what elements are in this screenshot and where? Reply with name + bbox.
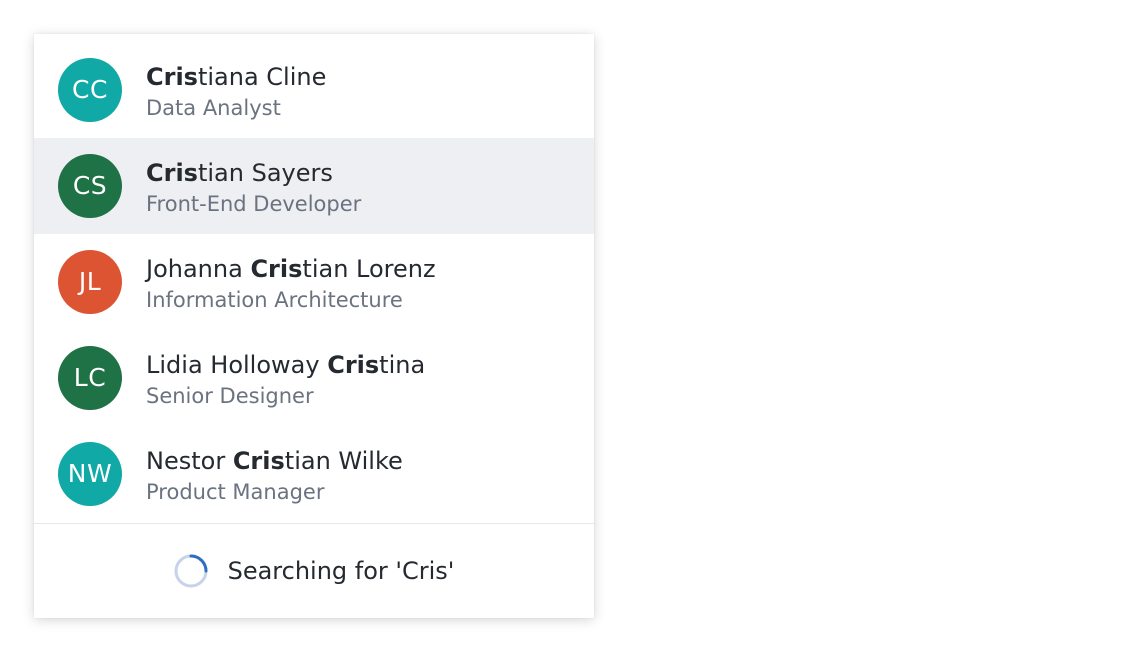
- name-match-highlight: Cris: [232, 447, 285, 475]
- person-role: Front-End Developer: [146, 192, 362, 216]
- person-name: Nestor Cristian Wilke: [146, 444, 578, 478]
- suggestion-item-cristiana-cline[interactable]: CC Cristiana Cline Data Analyst: [34, 42, 594, 138]
- name-after: tian Sayers: [197, 159, 333, 187]
- avatar: NW: [58, 442, 122, 506]
- suggestion-item-nestor-cristian-wilke[interactable]: NW Nestor Cristian Wilke Product Manager: [34, 426, 594, 522]
- name-match-highlight: Cris: [146, 63, 198, 91]
- person-name: Cristian Sayers: [146, 156, 578, 190]
- suggestion-list: CC Cristiana Cline Data Analyst CS Crist…: [34, 34, 594, 522]
- search-status: Searching for 'Cris': [34, 524, 594, 618]
- name-before: Johanna: [146, 255, 251, 283]
- name-before: Nestor: [146, 447, 233, 475]
- suggestion-item-johanna-cristian-lorenz[interactable]: JL Johanna Cristian Lorenz Information A…: [34, 234, 594, 330]
- suggestion-item-cristian-sayers[interactable]: CS Cristian Sayers Front-End Developer: [34, 138, 594, 234]
- avatar: LC: [58, 346, 122, 410]
- name-after: tiana Cline: [197, 63, 327, 91]
- person-name: Johanna Cristian Lorenz: [146, 252, 578, 286]
- suggestion-text: Nestor Cristian Wilke Product Manager: [146, 444, 578, 506]
- avatar: JL: [58, 250, 122, 314]
- loading-spinner-icon: [174, 554, 208, 588]
- person-role: Senior Designer: [146, 384, 314, 408]
- avatar: CS: [58, 154, 122, 218]
- name-before: Lidia Holloway: [146, 351, 328, 379]
- people-picker-suggestions: CC Cristiana Cline Data Analyst CS Crist…: [34, 34, 594, 618]
- name-after: tian Wilke: [284, 447, 403, 475]
- name-match-highlight: Cris: [250, 255, 303, 283]
- suggestion-text: Lidia Holloway Cristina Senior Designer: [146, 348, 578, 410]
- suggestion-text: Cristiana Cline Data Analyst: [146, 60, 578, 122]
- name-match-highlight: Cris: [146, 159, 198, 187]
- person-role: Product Manager: [146, 480, 325, 504]
- suggestion-text: Johanna Cristian Lorenz Information Arch…: [146, 252, 578, 314]
- person-name: Cristiana Cline: [146, 60, 578, 94]
- suggestion-item-lidia-holloway-cristina[interactable]: LC Lidia Holloway Cristina Senior Design…: [34, 330, 594, 426]
- suggestion-text: Cristian Sayers Front-End Developer: [146, 156, 578, 218]
- name-after: tina: [379, 351, 426, 379]
- person-role: Information Architecture: [146, 288, 403, 312]
- name-after: tian Lorenz: [302, 255, 436, 283]
- person-role: Data Analyst: [146, 96, 281, 120]
- person-name: Lidia Holloway Cristina: [146, 348, 578, 382]
- name-match-highlight: Cris: [327, 351, 380, 379]
- avatar: CC: [58, 58, 122, 122]
- search-status-text: Searching for 'Cris': [227, 557, 455, 585]
